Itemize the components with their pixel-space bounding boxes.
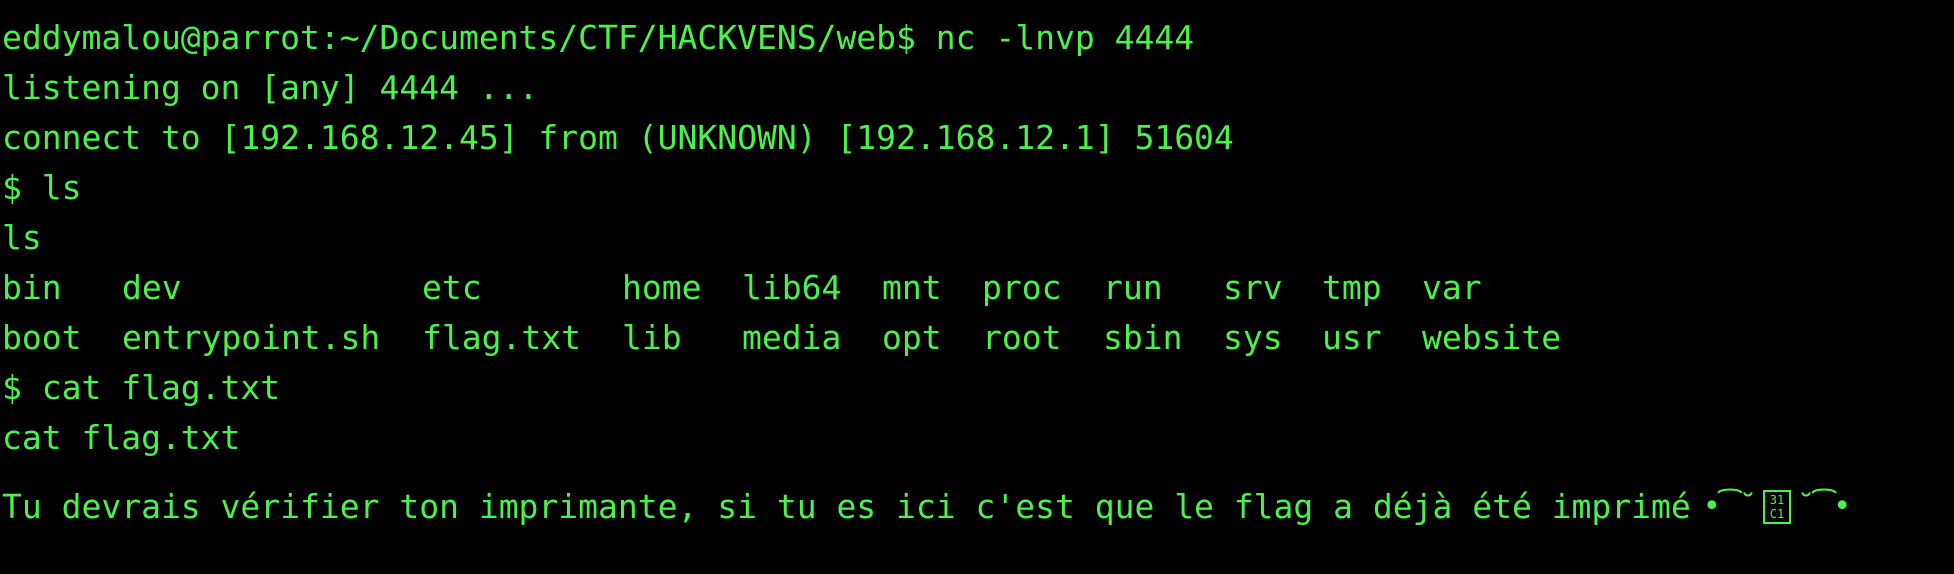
ls-entry: srv	[1223, 268, 1283, 307]
ls-entry: mnt	[882, 268, 942, 307]
ls-entry: tmp	[1322, 268, 1382, 307]
ls-entry: etc	[422, 268, 482, 307]
box-glyph-bottom: C1	[1769, 507, 1785, 521]
ls-entry: sys	[1223, 318, 1283, 357]
ls-output-row-2: boot entrypoint.sh flag.txt lib media op…	[2, 313, 1851, 363]
ls-entry: bin	[2, 268, 62, 307]
terminal-line-echo-cat: cat flag.txt	[2, 418, 241, 457]
ls-entry: lib	[622, 318, 682, 357]
terminal-window[interactable]: eddymalou@parrot:~/Documents/CTF/HACKVEN…	[0, 0, 1954, 574]
ls-entry: entrypoint.sh	[122, 318, 381, 357]
ls-entry: boot	[2, 318, 82, 357]
terminal-line-echo-ls: ls	[2, 218, 42, 257]
ls-entry: var	[1422, 268, 1482, 307]
ls-entry: website	[1422, 318, 1562, 357]
ls-output-row-1: bin dev etc home lib64 mnt proc run srv …	[2, 263, 1851, 313]
kaomoji-right: ˘͡•	[1796, 489, 1852, 524]
ls-entry: usr	[1322, 318, 1382, 357]
ls-entry: lib64	[742, 268, 842, 307]
terminal-blank-line	[2, 463, 1851, 482]
ls-entry: root	[982, 318, 1062, 357]
flag-message-text: Tu devrais vérifier ton imprimante, si t…	[2, 487, 1691, 526]
terminal-line-cmd-ls: $ ls	[2, 168, 82, 207]
ls-entry: flag.txt	[422, 318, 581, 357]
unknown-glyph-box-icon: 31 C1	[1762, 490, 1791, 524]
terminal-line-listening: listening on [any] 4444 ...	[2, 68, 539, 107]
ls-entry: proc	[982, 268, 1062, 307]
kaomoji-left: •͡˘	[1702, 489, 1757, 524]
ls-entry: sbin	[1103, 318, 1183, 357]
terminal-line-prompt: eddymalou@parrot:~/Documents/CTF/HACKVEN…	[2, 18, 1195, 57]
ls-entry: home	[622, 268, 702, 307]
terminal-line-connect: connect to [192.168.12.45] from (UNKNOWN…	[2, 118, 1234, 157]
ls-entry: media	[742, 318, 842, 357]
ls-entry: opt	[882, 318, 942, 357]
ls-entry: dev	[122, 268, 182, 307]
terminal-line-cmd-cat: $ cat flag.txt	[2, 368, 281, 407]
terminal-output: eddymalou@parrot:~/Documents/CTF/HACKVEN…	[2, 0, 1851, 532]
terminal-line-flag-message: Tu devrais vérifier ton imprimante, si t…	[2, 482, 1851, 532]
box-glyph-top: 31	[1769, 493, 1785, 507]
ls-entry: run	[1103, 268, 1163, 307]
